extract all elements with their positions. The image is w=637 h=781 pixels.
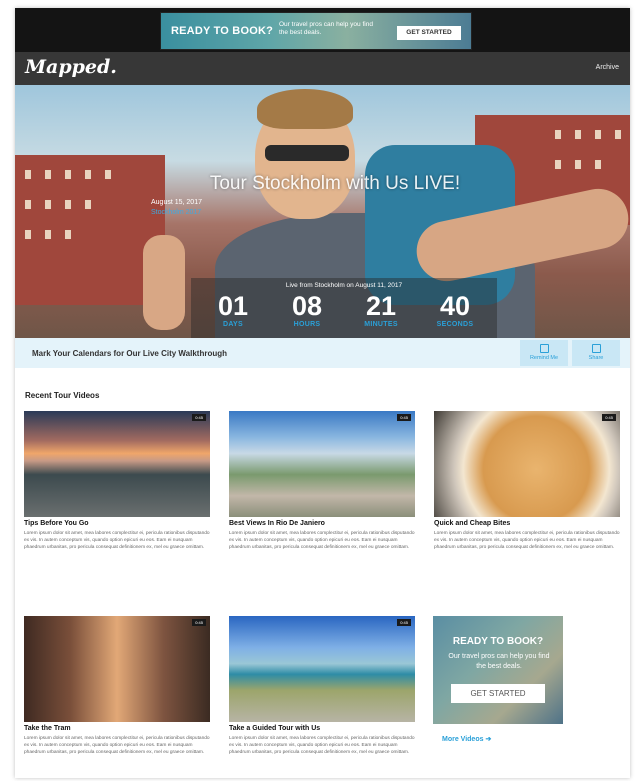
video-title[interactable]: Quick and Cheap Bites — [434, 520, 510, 527]
duration-badge: 0:45 — [602, 414, 616, 421]
promo-subtitle: Our travel pros can help you find the be… — [448, 653, 550, 670]
countdown-minutes: 21 MINUTES — [347, 291, 415, 328]
video-title[interactable]: Take a Guided Tour with Us — [229, 725, 320, 732]
promo-title: READY TO BOOK? — [452, 636, 544, 647]
share-button[interactable]: Share — [572, 340, 620, 366]
video-title[interactable]: Tips Before You Go — [24, 520, 89, 527]
video-title[interactable]: Best Views In Rio De Janiero — [229, 520, 325, 527]
page-frame: READY TO BOOK? Our travel pros can help … — [15, 8, 630, 778]
window — [575, 160, 581, 169]
countdown-value: 01 — [217, 291, 249, 321]
banner-title: READY TO BOOK? — [171, 25, 274, 37]
countdown-days: 01 DAYS — [199, 291, 267, 328]
video-description: Lorem ipsum dolor sit amet, mea labores … — [229, 531, 415, 550]
video-description: Lorem ipsum dolor sit amet, mea labores … — [434, 531, 620, 550]
countdown-value: 08 — [291, 291, 323, 321]
hero-section: Tour Stockholm with Us LIVE! August 15, … — [15, 85, 630, 338]
duration-badge: 0:45 — [397, 619, 411, 626]
window — [555, 130, 561, 139]
video-thumbnail-tram[interactable]: 0:45 — [24, 616, 210, 722]
hero-link[interactable]: Stockholm 2017 — [151, 209, 201, 216]
countdown-value: 40 — [439, 291, 471, 321]
video-thumbnail-pizza[interactable]: 0:45 — [434, 411, 620, 517]
thumbs-up-hand — [143, 235, 185, 330]
video-thumbnail-coast[interactable]: 0:45 — [229, 616, 415, 722]
banner-subtitle: Our travel pros can help you find the be… — [279, 21, 373, 36]
nav-bar: Mapped. Archive — [15, 52, 630, 85]
duration-badge: 0:45 — [397, 414, 411, 421]
share-label: Share — [588, 355, 604, 361]
calendar-bar: Mark Your Calendars for Our Live City Wa… — [15, 338, 630, 368]
window — [25, 230, 31, 239]
top-ad-strip: READY TO BOOK? Our travel pros can help … — [15, 8, 630, 52]
window — [65, 200, 71, 209]
top-ad-banner[interactable]: READY TO BOOK? Our travel pros can help … — [160, 12, 472, 50]
duration-badge: 0:45 — [192, 414, 206, 421]
countdown-seconds: 40 SECONDS — [421, 291, 489, 328]
window — [575, 130, 581, 139]
countdown-caption: Live from Stockholm on August 11, 2017 — [285, 282, 403, 289]
video-description: Lorem ipsum dolor sit amet, mea labores … — [24, 531, 210, 550]
countdown-label: MINUTES — [364, 321, 398, 328]
share-icon — [591, 344, 601, 353]
window — [65, 230, 71, 239]
countdown-value: 21 — [365, 291, 397, 321]
duration-badge: 0:45 — [192, 619, 206, 626]
hero-date: August 15, 2017 — [151, 199, 202, 206]
video-thumbnail-rio[interactable]: 0:45 — [229, 411, 415, 517]
calendar-icon — [539, 344, 549, 353]
section-title: Recent Tour Videos — [25, 391, 100, 400]
video-thumbnail-airport[interactable]: 0:45 — [24, 411, 210, 517]
more-videos-link[interactable]: More Videos ➔ — [442, 735, 491, 743]
hero-title: Tour Stockholm with Us LIVE! — [209, 173, 461, 194]
sunglasses — [265, 145, 349, 161]
logo[interactable]: Mapped. — [25, 56, 117, 78]
window — [45, 230, 51, 239]
promo-card[interactable]: READY TO BOOK? Our travel pros can help … — [433, 616, 563, 724]
person-hair — [257, 89, 353, 129]
window — [595, 130, 601, 139]
countdown-hours: 08 HOURS — [273, 291, 341, 328]
window — [85, 200, 91, 209]
countdown-box: Live from Stockholm on August 11, 2017 0… — [191, 278, 497, 338]
countdown-label: SECONDS — [436, 321, 474, 328]
video-description: Lorem ipsum dolor sit amet, mea labores … — [229, 736, 415, 755]
promo-get-started-button[interactable]: GET STARTED — [451, 684, 545, 703]
window — [595, 160, 601, 169]
window — [615, 130, 621, 139]
countdown-label: HOURS — [293, 321, 321, 328]
window — [45, 200, 51, 209]
calendar-text: Mark Your Calendars for Our Live City Wa… — [32, 349, 227, 358]
window — [25, 200, 31, 209]
remind-me-button[interactable]: Remind Me — [520, 340, 568, 366]
countdown-label: DAYS — [222, 321, 243, 328]
window — [555, 160, 561, 169]
remind-me-label: Remind Me — [529, 355, 559, 361]
banner-get-started-button[interactable]: GET STARTED — [397, 26, 461, 40]
video-description: Lorem ipsum dolor sit amet, mea labores … — [24, 736, 210, 755]
nav-archive-link[interactable]: Archive — [596, 64, 619, 71]
video-title[interactable]: Take the Tram — [24, 725, 71, 732]
